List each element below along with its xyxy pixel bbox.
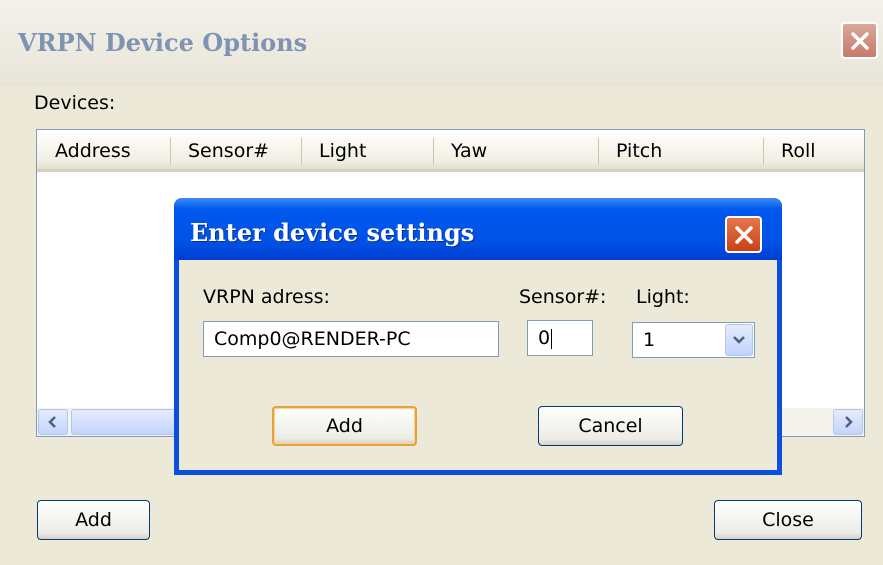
main-window-title: VRPN Device Options — [18, 28, 308, 57]
sensor-label: Sensor#: — [519, 286, 607, 308]
main-window-close-button[interactable] — [841, 22, 878, 59]
column-divider[interactable] — [433, 138, 434, 165]
light-value: 1 — [643, 329, 656, 351]
column-header-light[interactable]: Light — [301, 130, 433, 172]
column-header-sensor[interactable]: Sensor# — [170, 130, 301, 172]
arrow-left-icon — [48, 416, 56, 428]
light-label: Light: — [636, 286, 690, 308]
light-select[interactable]: 1 — [632, 322, 755, 358]
vrpn-address-value: Comp0@RENDER-PC — [214, 328, 411, 350]
close-icon — [734, 225, 753, 244]
dialog-title: Enter device settings — [190, 218, 475, 247]
dialog-close-button[interactable] — [725, 216, 762, 253]
device-settings-dialog: Enter device settings VRPN adress: Senso… — [174, 198, 782, 475]
main-window-titlebar[interactable]: VRPN Device Options — [0, 0, 883, 86]
dialog-body: VRPN adress: Sensor#: Light: Comp0@RENDE… — [179, 260, 777, 470]
arrow-right-icon — [845, 416, 853, 428]
scroll-right-button[interactable] — [833, 409, 863, 435]
scroll-left-button[interactable] — [38, 409, 68, 435]
add-device-button[interactable]: Add — [37, 500, 150, 540]
column-divider[interactable] — [598, 138, 599, 165]
column-divider[interactable] — [763, 138, 764, 165]
column-divider[interactable] — [301, 138, 302, 165]
vrpn-address-label: VRPN adress: — [203, 286, 330, 308]
column-divider[interactable] — [170, 138, 171, 165]
column-header-pitch[interactable]: Pitch — [598, 130, 763, 172]
dialog-cancel-button[interactable]: Cancel — [538, 406, 683, 446]
dialog-titlebar[interactable]: Enter device settings — [174, 198, 782, 260]
vrpn-address-input[interactable]: Comp0@RENDER-PC — [203, 321, 499, 357]
close-button[interactable]: Close — [714, 500, 862, 540]
chevron-down-icon — [733, 336, 745, 344]
column-header-roll[interactable]: Roll — [763, 130, 864, 172]
devices-label: Devices: — [34, 92, 116, 114]
column-header-address[interactable]: Address — [37, 130, 170, 172]
text-caret — [551, 328, 553, 349]
column-header-yaw[interactable]: Yaw — [433, 130, 598, 172]
close-icon — [850, 31, 869, 50]
dialog-add-button[interactable]: Add — [272, 406, 417, 446]
sensor-input[interactable]: 0 — [527, 320, 593, 356]
sensor-value: 0 — [538, 327, 551, 349]
light-dropdown-button[interactable] — [725, 324, 753, 356]
